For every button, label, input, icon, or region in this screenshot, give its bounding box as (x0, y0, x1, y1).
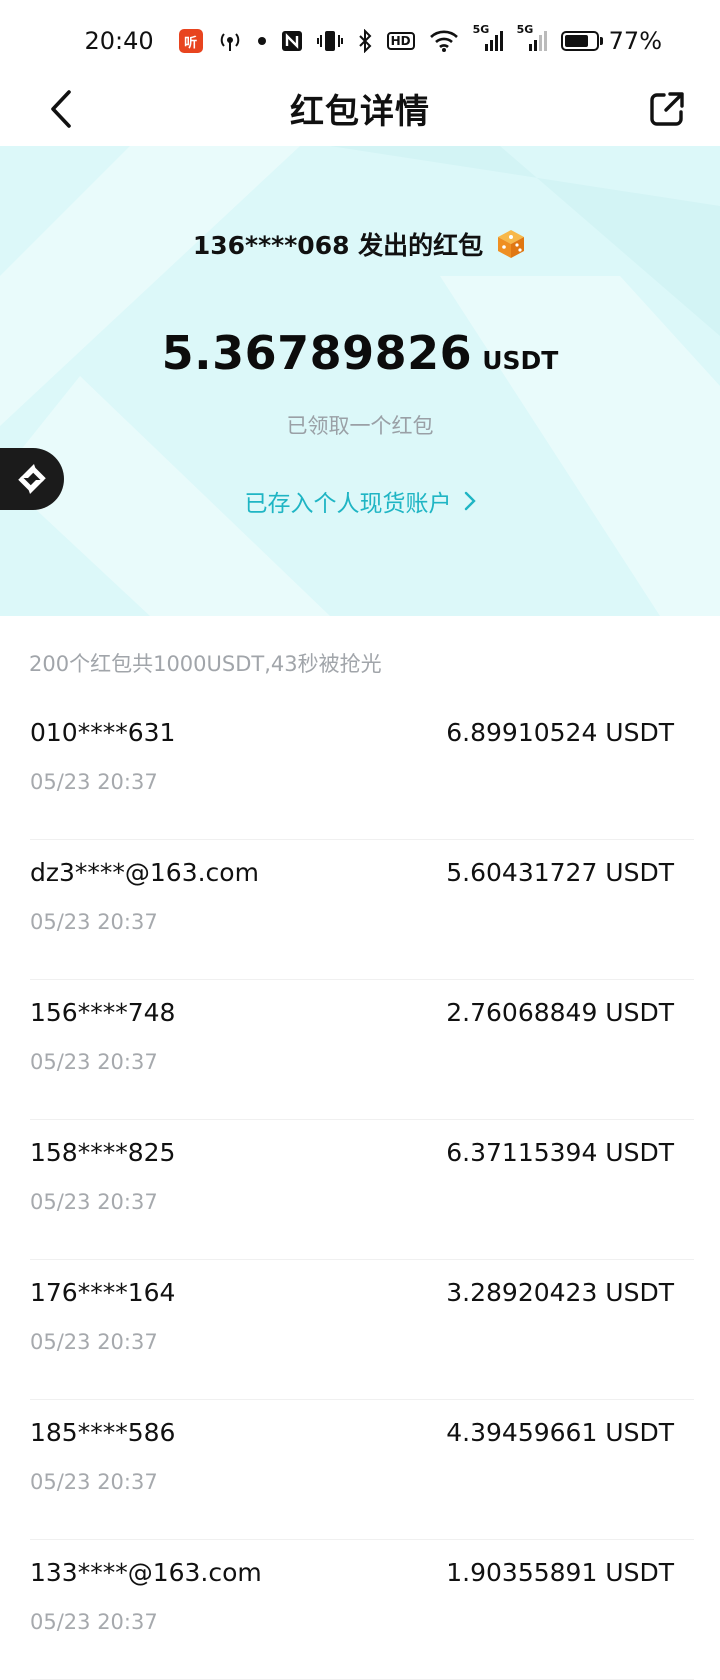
received-amount: 5.36789826 (161, 326, 473, 380)
nfc-icon (281, 30, 303, 52)
floating-assistant-button[interactable] (0, 448, 64, 510)
hd-voice-icon: HD (386, 32, 415, 50)
claim-time: 05/23 20:37 (30, 1470, 158, 1494)
signal-5g-icon-2: 5G (517, 23, 547, 53)
dot-icon (257, 36, 267, 46)
list-item: 156****748 05/23 20:37 2.76068849 USDT (30, 980, 694, 1120)
page-title: 红包详情 (290, 91, 430, 132)
signal-5g-label-2: 5G (516, 23, 534, 36)
claimed-text: 已领取一个红包 (286, 414, 434, 438)
sender-line: 136****068 发出的红包 (0, 226, 720, 262)
status-time: 20:40 (84, 27, 154, 55)
list-item: 158****825 05/23 20:37 6.37115394 USDT (30, 1120, 694, 1260)
claim-amount: 6.89910524 USDT (446, 718, 674, 747)
claimer-name: 010****631 (30, 718, 176, 747)
battery-percent: 77% (608, 27, 662, 55)
claim-record-list: 010****631 05/23 20:37 6.89910524 USDT d… (30, 700, 694, 1680)
bluetooth-icon (357, 29, 373, 53)
chevron-right-icon (464, 491, 476, 511)
claim-time: 05/23 20:37 (30, 910, 158, 934)
red-packet-hero: 136****068 发出的红包 5.36789826 USDT 已领取一个红包… (0, 146, 720, 616)
status-bar: 20:40 听 HD 5G 5G 77% (0, 0, 720, 82)
signal-5g-label: 5G (472, 23, 490, 36)
back-button[interactable] (36, 84, 86, 134)
listen-app-icon: 听 (178, 29, 203, 53)
claim-time: 05/23 20:37 (30, 1330, 158, 1354)
battery-icon (560, 31, 603, 51)
share-button[interactable] (642, 84, 692, 134)
claimer-name: 176****164 (30, 1278, 176, 1307)
claim-amount: 1.90355891 USDT (446, 1558, 674, 1587)
claimer-name: 133****@163.com (30, 1558, 262, 1587)
packet-summary: 200个红包共1000USDT,43秒被抢光 (29, 652, 382, 676)
wifi-icon (429, 29, 459, 53)
claim-amount: 2.76068849 USDT (446, 998, 674, 1027)
claim-amount: 4.39459661 USDT (446, 1418, 674, 1447)
signal-5g-icon: 5G (473, 23, 503, 53)
deposit-account-link[interactable]: 已存入个人现货账户 (0, 484, 720, 518)
claim-amount: 5.60431727 USDT (446, 858, 674, 887)
list-item: dz3****@163.com 05/23 20:37 5.60431727 U… (30, 840, 694, 980)
sender-text: 136****068 发出的红包 (192, 231, 484, 260)
nav-bar: 红包详情 (0, 72, 720, 144)
list-item: 010****631 05/23 20:37 6.89910524 USDT (30, 700, 694, 840)
dice-icon (495, 228, 527, 260)
claim-amount: 3.28920423 USDT (446, 1278, 674, 1307)
claimer-name: 185****586 (30, 1418, 176, 1447)
amount-line: 5.36789826 USDT (0, 326, 720, 380)
list-item: 185****586 05/23 20:37 4.39459661 USDT (30, 1400, 694, 1540)
hero-background-pattern (0, 146, 720, 616)
vibrate-icon (316, 29, 343, 53)
list-item: 133****@163.com 05/23 20:37 1.90355891 U… (30, 1540, 694, 1680)
claim-time: 05/23 20:37 (30, 1610, 158, 1634)
list-item: 176****164 05/23 20:37 3.28920423 USDT (30, 1260, 694, 1400)
claim-amount: 6.37115394 USDT (446, 1138, 674, 1167)
claimer-name: 156****748 (30, 998, 176, 1027)
share-external-icon (650, 92, 684, 126)
claim-time: 05/23 20:37 (30, 1050, 158, 1074)
deposit-link-label: 已存入个人现货账户 (244, 491, 452, 517)
amount-unit: USDT (482, 346, 559, 375)
claimer-name: dz3****@163.com (30, 858, 259, 887)
app-logo-icon (18, 464, 46, 494)
claimer-name: 158****825 (30, 1138, 176, 1167)
hotspot-icon (217, 30, 243, 52)
claim-time: 05/23 20:37 (30, 1190, 158, 1214)
chevron-left-icon (51, 90, 71, 128)
claim-time: 05/23 20:37 (30, 770, 158, 794)
